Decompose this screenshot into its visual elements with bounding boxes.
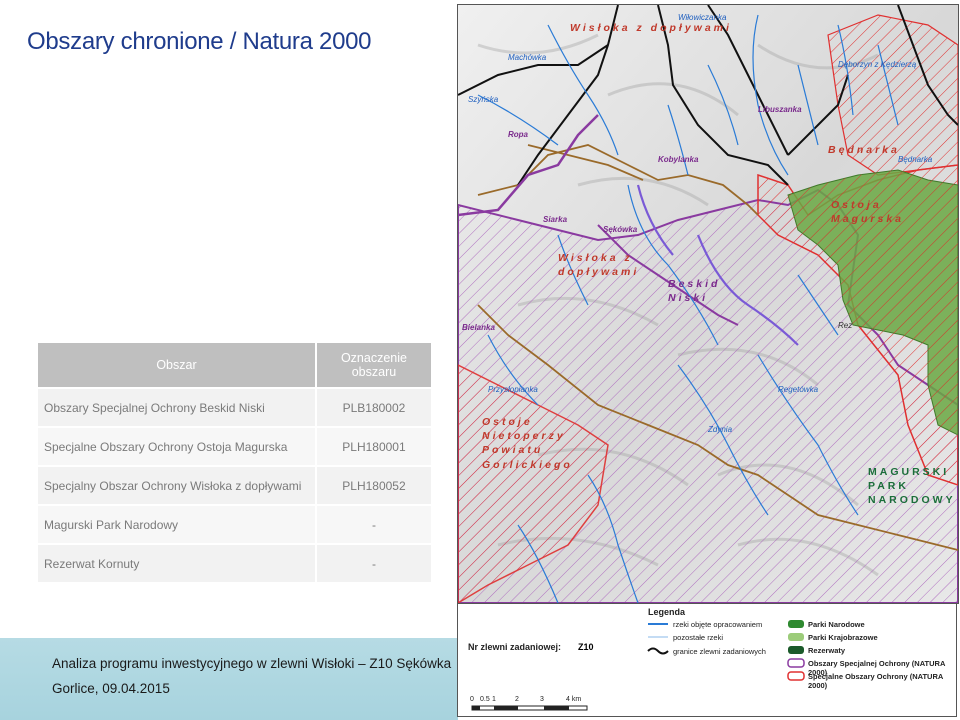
river-label: Regetówka — [778, 385, 819, 394]
legend-item: rzeki objęte opracowaniem — [673, 620, 763, 629]
natura-map: Wisłoka z dopływami Będnarka Ostoja Magu… — [457, 4, 959, 604]
table-row: Rezerwat Kornuty - — [38, 543, 431, 582]
river-label: Kobylanka — [658, 155, 699, 164]
row-name: Rezerwat Kornuty — [38, 543, 317, 582]
map-legend: Legenda Nr zlewni zadaniowej: Z10 rzeki … — [457, 603, 957, 717]
header-oznaczenie: Oznaczenie obszaru — [316, 343, 431, 387]
table-row: Obszary Specjalnej Ochrony Beskid Niski … — [38, 387, 431, 426]
label-wisloka-south: Wisłoka z dopływami — [558, 252, 640, 279]
scale-1: 1 — [492, 696, 496, 703]
zlewnia-value: Z10 — [578, 642, 594, 652]
row-code: PLH180001 — [316, 426, 431, 465]
river-label: Przysłopianka — [488, 385, 538, 394]
river-label: Siarka — [543, 215, 568, 224]
river-label: Zdynia — [708, 425, 733, 434]
row-code: PLH180052 — [316, 465, 431, 504]
river-label: Ropa — [508, 130, 528, 139]
label-beskid-niski: Beskid Niski — [668, 278, 721, 305]
river-label: Machówka — [508, 53, 547, 62]
table-row: Specjalny Obszar Ochrony Wisłoka z dopły… — [38, 465, 431, 504]
label-ostoje-nietoperzy: Ostoje Nietoperzy Powiatu Gorlickiego — [482, 416, 573, 471]
legend-item: pozostałe rzeki — [673, 633, 724, 642]
label-wisloka-north: Wisłoka z dopływami — [570, 22, 732, 34]
scale-05: 0.5 — [480, 696, 490, 703]
river-label: Bielanka — [462, 323, 495, 332]
scale-3: 3 — [540, 696, 544, 703]
footer-title: Analiza programu inwestycyjnego w zlewni… — [52, 656, 452, 671]
river-label: Libuszanka — [758, 105, 802, 114]
scale-4km: 4 km — [566, 696, 582, 703]
legend-item: Rezerwaty — [808, 646, 846, 655]
row-code: - — [316, 504, 431, 543]
river-label: Sękówka — [603, 225, 638, 234]
row-name: Specjalny Obszar Ochrony Wisłoka z dopły… — [38, 465, 317, 504]
scale-0: 0 — [470, 696, 474, 703]
river-label: Dęborzyn z Kędzierzą — [838, 60, 917, 69]
table-row: Magurski Park Narodowy - — [38, 504, 431, 543]
label-bednarka: Będnarka — [828, 144, 900, 156]
row-name: Specjalne Obszary Ochrony Ostoja Magursk… — [38, 426, 317, 465]
legend-item: Parki Krajobrazowe — [808, 633, 878, 642]
legend-title: Legenda — [648, 607, 686, 617]
table-row: Specjalne Obszary Ochrony Ostoja Magursk… — [38, 426, 431, 465]
label-magurski-park: MAGURSKI PARK NARODOWY — [868, 466, 956, 507]
label-ostoja-magurska: Ostoja Magurska — [831, 199, 905, 226]
river-label: Rez — [838, 321, 853, 330]
scale-2: 2 — [515, 696, 519, 703]
legend-item: granice zlewni zadaniowych — [673, 647, 766, 656]
footer-date: Gorlice, 09.04.2015 — [52, 681, 170, 696]
river-label: Szyńska — [468, 95, 499, 104]
row-name: Obszary Specjalnej Ochrony Beskid Niski — [38, 387, 317, 426]
zlewnia-label: Nr zlewni zadaniowej: — [468, 642, 562, 652]
protected-areas-table: Obszar Oznaczenie obszaru Obszary Specja… — [38, 343, 431, 582]
table-header-row: Obszar Oznaczenie obszaru — [38, 343, 431, 387]
row-code: PLB180002 — [316, 387, 431, 426]
row-code: - — [316, 543, 431, 582]
legend-item: Specjalne Obszary Ochrony (NATURA 2000) — [808, 672, 944, 690]
slide-title: Obszary chronione / Natura 2000 — [27, 28, 372, 55]
row-name: Magurski Park Narodowy — [38, 504, 317, 543]
river-label: Wiłowiczanka — [678, 13, 727, 22]
header-obszar: Obszar — [38, 343, 317, 387]
river-label: Będnarka — [898, 155, 933, 164]
legend-item: Parki Narodowe — [808, 620, 865, 629]
footer-band — [0, 638, 458, 720]
